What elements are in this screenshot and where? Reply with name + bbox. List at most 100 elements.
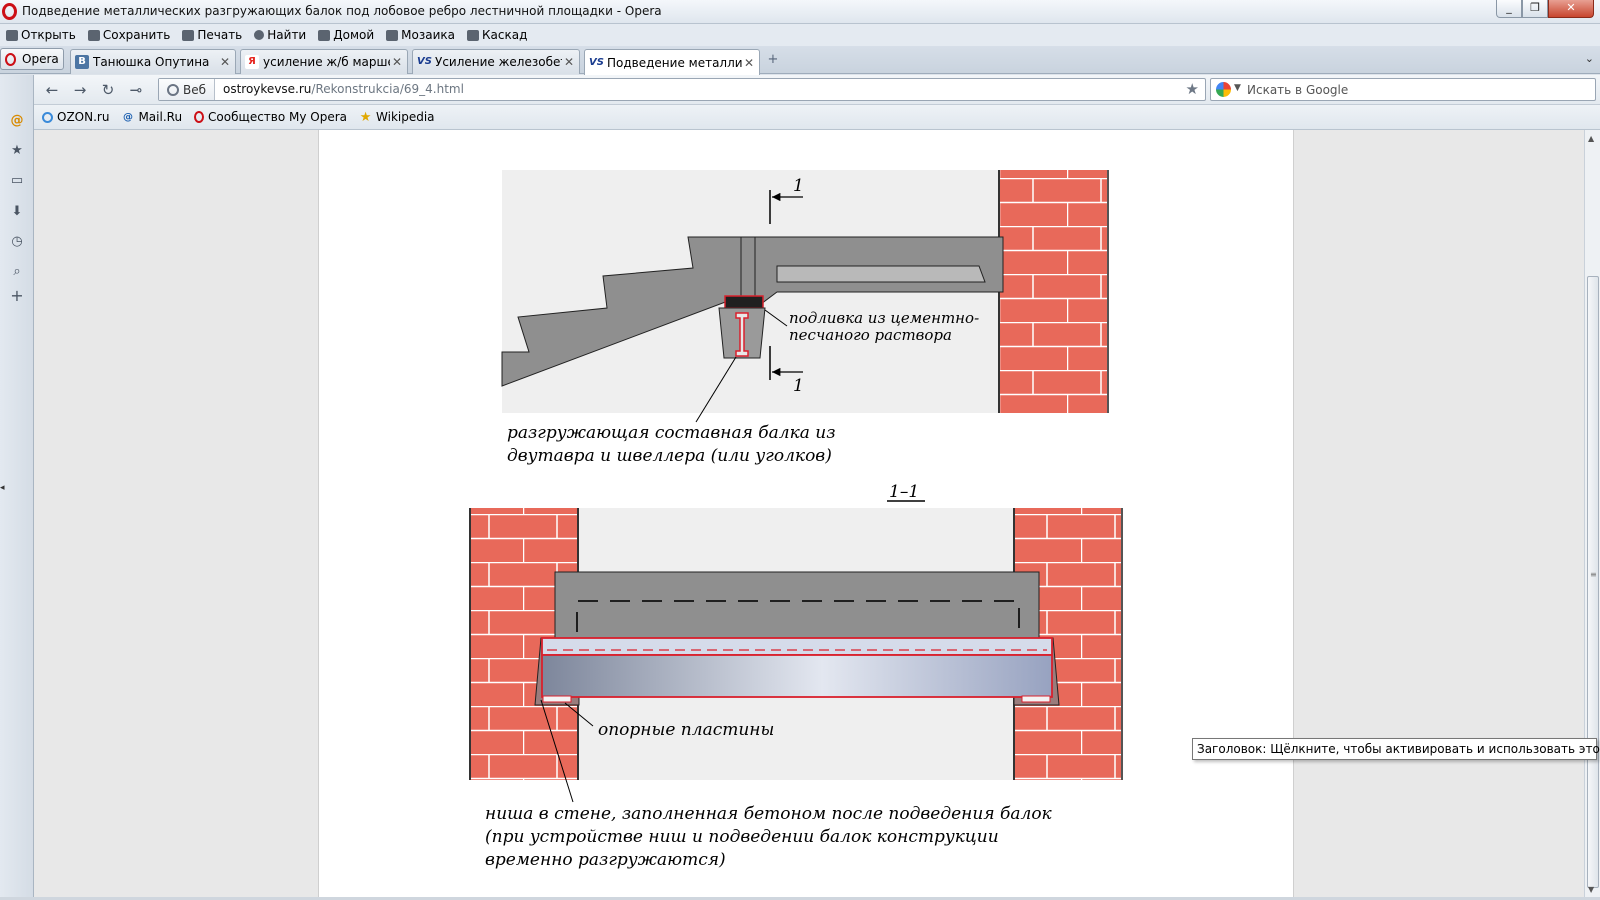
search-input[interactable] (1247, 81, 1587, 98)
tab-1[interactable]: В Танюшка Опутина ✕ (70, 49, 236, 74)
key-icon[interactable]: ⊸ (126, 81, 146, 99)
section-mark-bottom: 1 (793, 376, 804, 396)
tab-2[interactable]: Я усиление ж/б марше... ✕ (240, 49, 408, 74)
cascade-icon (467, 29, 479, 41)
content-viewport: 1 1 подливка из цементно- песчаного раст… (34, 130, 1584, 900)
brick-wall-top (998, 170, 1109, 413)
bookmark-ozon[interactable]: OZON.ru (42, 110, 109, 124)
tab-bar: Opera В Танюшка Опутина ✕ Я усиление ж/б… (0, 46, 1600, 75)
section-title: 1–1 (889, 482, 919, 502)
reload-button[interactable]: ↻ (98, 81, 118, 99)
opera-menu-button[interactable]: Opera (0, 48, 64, 70)
tile-icon (386, 29, 399, 41)
disk-icon (87, 29, 100, 41)
scroll-down-icon[interactable]: ▼ (1588, 885, 1594, 894)
label-support-plates: опорные пластины (598, 720, 774, 740)
opera-logo-icon (2, 3, 17, 20)
tab-close-icon[interactable]: ✕ (218, 55, 232, 69)
label-beam-line1: разгружающая составная балка из (507, 423, 836, 443)
section-diagram: 1–1 опорные пластины ниша в стене, запол… (469, 482, 1123, 870)
bookmark-star-icon[interactable]: ★ (1186, 80, 1199, 98)
vertical-scrollbar[interactable]: ▲ ≡ ▼ (1584, 130, 1600, 900)
menu-bar: Открыть Сохранить Печать Найти Домой Моз… (0, 24, 1600, 46)
close-button[interactable]: ✕ (1548, 0, 1594, 18)
section-mark-top: 1 (793, 176, 804, 196)
web-badge[interactable]: Веб (159, 79, 215, 100)
printer-icon (182, 29, 195, 41)
address-bar: ← → ↻ ⊸ Веб ostroykevse.ru/Rekonstrukcia… (34, 75, 1600, 105)
google-icon[interactable] (1216, 82, 1231, 97)
label-niche-line2: (при устройстве ниш и подведении балок к… (485, 827, 999, 847)
bookmark-wikipedia[interactable]: ★ Wikipedia (359, 110, 435, 124)
vs-favicon-icon: VS (417, 56, 432, 67)
opera-logo-icon (194, 111, 205, 123)
tab-close-icon[interactable]: ✕ (390, 55, 404, 69)
label-beam-line2: двутавра и швеллера (или уголков) (507, 446, 832, 466)
menu-save[interactable]: Сохранить (87, 28, 170, 42)
tab-list-button[interactable]: ⌄ (1585, 52, 1594, 65)
bookmark-mailru[interactable]: @ Mail.Ru (121, 110, 182, 124)
maximize-button[interactable]: ❐ (1522, 0, 1548, 18)
bookmarks-panel-icon[interactable]: ★ (9, 143, 25, 159)
chevron-down-icon[interactable]: ▼ (1234, 83, 1241, 93)
side-panel: @ ★ ▭ ⬇ ◷ ⌕ + ◂ (0, 75, 34, 900)
grip-icon: ≡ (1590, 570, 1597, 579)
url-field[interactable]: Веб ostroykevse.ru/Rekonstrukcia/69_4.ht… (158, 78, 1206, 101)
scroll-up-icon[interactable]: ▲ (1588, 134, 1594, 143)
add-panel-icon[interactable]: + (9, 288, 25, 304)
notes-panel-icon[interactable]: ▭ (9, 173, 25, 189)
yandex-favicon-icon: Я (245, 55, 259, 69)
menu-find[interactable]: Найти (254, 28, 306, 42)
top-diagram: 1 1 подливка из цементно- песчаного раст… (501, 170, 1109, 466)
landing-slab-section (554, 571, 1040, 639)
tab-4-active[interactable]: VS Подведение металлич... ✕ (584, 49, 760, 75)
scroll-thumb[interactable]: ≡ (1587, 276, 1599, 888)
menu-cascade[interactable]: Каскад (467, 28, 527, 42)
bookmarks-bar: OZON.ru @ Mail.Ru Сообщество My Opera ★ Wi… (34, 105, 1600, 130)
title-bar: Подведение металлических разгружающих ба… (0, 0, 1600, 24)
menu-open[interactable]: Открыть (6, 28, 76, 42)
ozon-icon (42, 111, 53, 123)
cement-grout (724, 295, 764, 309)
magnifier-icon (254, 30, 265, 40)
downloads-panel-icon[interactable]: ⬇ (9, 204, 25, 220)
vk-favicon-icon: В (75, 55, 89, 69)
vs-favicon-icon: VS (589, 56, 604, 68)
slab-recess (776, 265, 986, 283)
tab-close-icon[interactable]: ✕ (742, 56, 756, 70)
panel-collapse-icon[interactable]: ◂ (0, 483, 5, 493)
tooltip: Заголовок: Щёлкните, чтобы активировать … (1192, 738, 1600, 760)
url-text[interactable]: ostroykevse.ru/Rekonstrukcia/69_4.html (223, 82, 464, 96)
support-plate-right (1021, 695, 1051, 703)
menu-tile[interactable]: Мозаика (386, 28, 455, 42)
label-grout-line2: песчаного раствора (789, 326, 952, 344)
menu-home[interactable]: Домой (318, 28, 374, 42)
minimize-button[interactable]: _ (1496, 0, 1522, 18)
globe-icon (167, 83, 179, 96)
tab-3[interactable]: VS Усиление железобето... ✕ (412, 49, 580, 74)
label-niche-line1: ниша в стене, заполненная бетоном после … (485, 804, 1053, 824)
window-controls: _ ❐ ✕ (1496, 0, 1594, 18)
back-button[interactable]: ← (42, 81, 62, 99)
support-plate-left (542, 695, 572, 703)
opera-logo-icon (5, 52, 16, 66)
new-tab-button[interactable]: + (766, 53, 780, 67)
search-box[interactable]: ▼ (1210, 78, 1596, 101)
label-grout-line1: подливка из цементно- (789, 309, 979, 327)
window-title: Подведение металлических разгружающих ба… (22, 4, 662, 18)
beam-top-flange (541, 637, 1053, 656)
web-page: 1 1 подливка из цементно- песчаного раст… (318, 130, 1294, 900)
forward-button[interactable]: → (70, 81, 90, 99)
search-panel-icon[interactable]: ⌕ (9, 264, 25, 280)
mail-panel-icon[interactable]: @ (9, 113, 25, 129)
tab-close-icon[interactable]: ✕ (562, 55, 576, 69)
home-icon (318, 29, 331, 41)
bookmark-my-opera[interactable]: Сообщество My Opera (194, 110, 347, 124)
menu-print[interactable]: Печать (182, 28, 242, 42)
beam-diagram: 1 1 подливка из цементно- песчаного раст… (469, 170, 1123, 870)
folder-icon (6, 29, 18, 41)
at-sign-icon: @ (122, 111, 133, 123)
history-panel-icon[interactable]: ◷ (9, 234, 25, 250)
star-icon: ★ (359, 109, 372, 125)
label-niche-line3: временно разгружаются) (485, 850, 726, 870)
